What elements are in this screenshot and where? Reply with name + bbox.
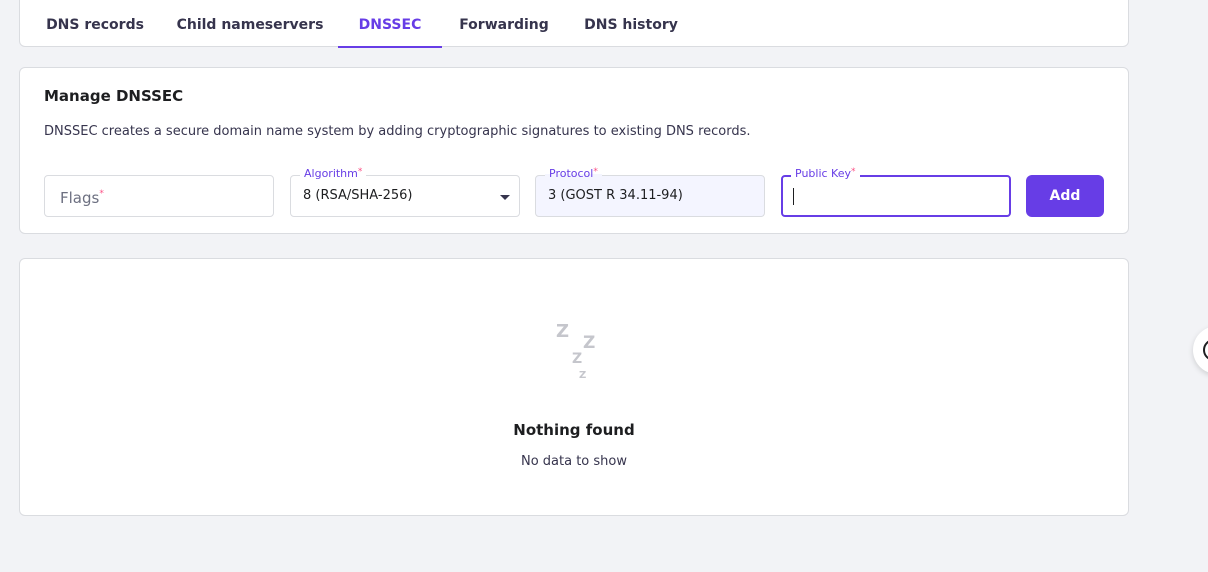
protocol-field[interactable]: Protocol* 3 (GOST R 34.11-94) [535,167,765,217]
help-icon [1203,339,1208,361]
caret-down-icon [500,195,510,200]
tab-label: DNS history [584,16,678,33]
required-mark: * [593,167,598,177]
tab-dnssec[interactable]: DNSSEC [338,0,442,48]
records-empty-state: Z Z Z Z Nothing found No data to show [19,258,1129,516]
algorithm-value: 8 (RSA/SHA-256) [303,188,413,203]
tab-label: DNSSEC [358,16,422,33]
tab-label: DNS records [46,16,144,33]
tab-forwarding[interactable]: Forwarding [454,0,554,48]
manage-dnssec-description: DNSSEC creates a secure domain name syst… [44,124,751,139]
zzz-sleep-icon: Z Z Z Z [556,321,596,381]
help-widget-button[interactable] [1193,326,1208,374]
flags-placeholder: Flags* [60,189,104,207]
required-mark: * [99,189,104,199]
empty-state-title: Nothing found [513,421,635,439]
tab-dns-records[interactable]: DNS records [35,0,155,48]
tab-child-nameservers[interactable]: Child nameservers [176,0,324,48]
empty-state-subtitle: No data to show [520,454,627,469]
text-cursor [793,188,794,205]
tabs-bar: DNS records Child nameservers DNSSEC For… [19,0,1129,48]
tab-label: Forwarding [459,16,549,33]
manage-dnssec-card: Manage DNSSEC DNSSEC creates a secure do… [19,67,1129,234]
algorithm-select[interactable]: Algorithm* 8 (RSA/SHA-256) [290,167,520,217]
protocol-label: Protocol* [545,167,602,180]
manage-dnssec-title: Manage DNSSEC [44,87,184,105]
public-key-input[interactable]: Public Key* [781,167,1011,217]
tab-label: Child nameservers [176,16,324,33]
public-key-label: Public Key* [791,167,860,180]
protocol-value: 3 (GOST R 34.11-94) [548,188,683,203]
add-button[interactable]: Add [1026,175,1104,217]
flags-field[interactable]: Flags* [44,175,274,217]
tab-dns-history[interactable]: DNS history [578,0,684,48]
algorithm-label: Algorithm* [300,167,367,180]
required-mark: * [851,167,856,177]
required-mark: * [357,167,363,177]
